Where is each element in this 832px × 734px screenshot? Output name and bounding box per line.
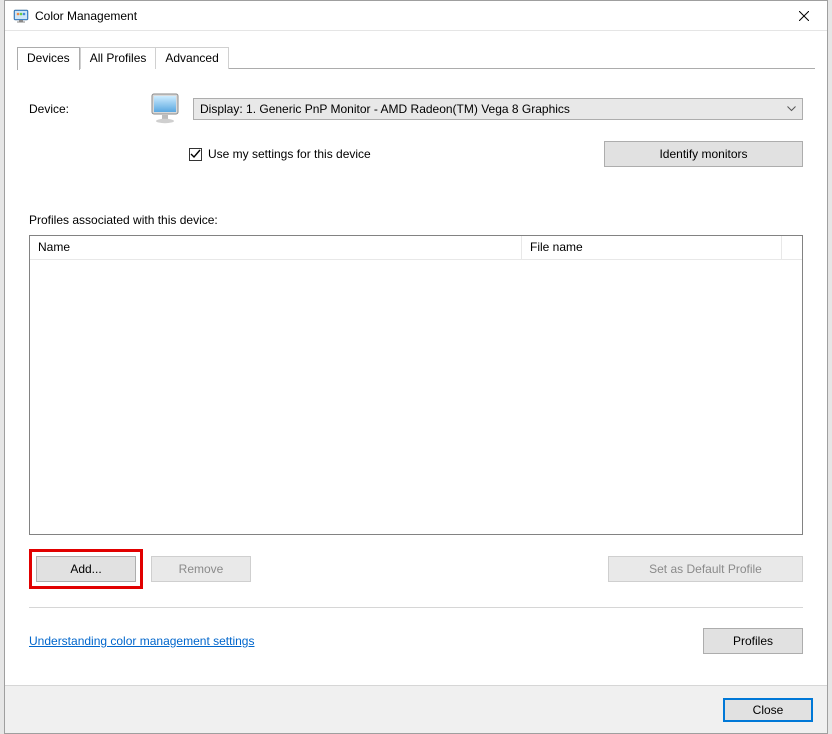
remove-button: Remove [151,556,251,582]
device-row: Device: Display: 1. Generic PnP [29,91,803,127]
close-button-label: Close [753,703,784,717]
tabstrip-container: Devices All Profiles Advanced [5,31,827,69]
tab-devices-label: Devices [27,51,70,65]
check-icon [190,149,201,160]
tab-advanced[interactable]: Advanced [156,47,228,69]
color-management-window: Color Management Devices All Profiles Ad… [4,0,828,734]
identify-monitors-label: Identify monitors [659,147,747,161]
identify-monitors-button[interactable]: Identify monitors [604,141,803,167]
divider [29,607,803,608]
app-icon [13,8,29,24]
bottom-row: Understanding color management settings … [29,628,803,654]
tab-all-profiles[interactable]: All Profiles [80,47,157,69]
listview-header: Name File name [30,236,802,260]
devices-pane: Device: Display: 1. Generic PnP [5,69,827,685]
device-label: Device: [29,102,141,116]
column-spacer [782,236,802,259]
use-settings-row: Use my settings for this device Identify… [29,141,803,167]
profiles-button-label: Profiles [733,634,773,648]
column-name[interactable]: Name [30,236,522,259]
close-window-button[interactable] [781,1,827,31]
add-button-highlight: Add... [29,549,143,589]
understanding-link[interactable]: Understanding color management settings [29,634,254,648]
titlebar: Color Management [5,1,827,31]
close-button[interactable]: Close [723,698,813,722]
tabstrip: Devices All Profiles Advanced [17,47,815,69]
chevron-down-icon [787,106,796,112]
device-dropdown-value: Display: 1. Generic PnP Monitor - AMD Ra… [200,102,570,116]
dialog-footer: Close [5,685,827,733]
set-default-profile-button: Set as Default Profile [608,556,803,582]
monitor-icon [149,91,185,127]
set-default-label: Set as Default Profile [649,562,762,576]
close-icon [799,11,809,21]
add-button[interactable]: Add... [36,556,136,582]
window-title: Color Management [35,9,781,23]
profiles-listview[interactable]: Name File name [29,235,803,535]
use-my-settings-label[interactable]: Use my settings for this device [208,147,371,161]
column-file-name[interactable]: File name [522,236,782,259]
tab-devices[interactable]: Devices [17,47,80,70]
understanding-link-label: Understanding color management settings [29,634,254,648]
tab-all-profiles-label: All Profiles [90,51,147,65]
device-dropdown[interactable]: Display: 1. Generic PnP Monitor - AMD Ra… [193,98,803,120]
tab-advanced-label: Advanced [165,51,218,65]
remove-button-label: Remove [179,562,224,576]
profile-buttons-row: Add... Remove Set as Default Profile [29,549,803,589]
add-button-label: Add... [70,562,101,576]
use-my-settings-checkbox[interactable] [189,148,202,161]
profiles-button[interactable]: Profiles [703,628,803,654]
profiles-associated-label: Profiles associated with this device: [29,213,803,227]
